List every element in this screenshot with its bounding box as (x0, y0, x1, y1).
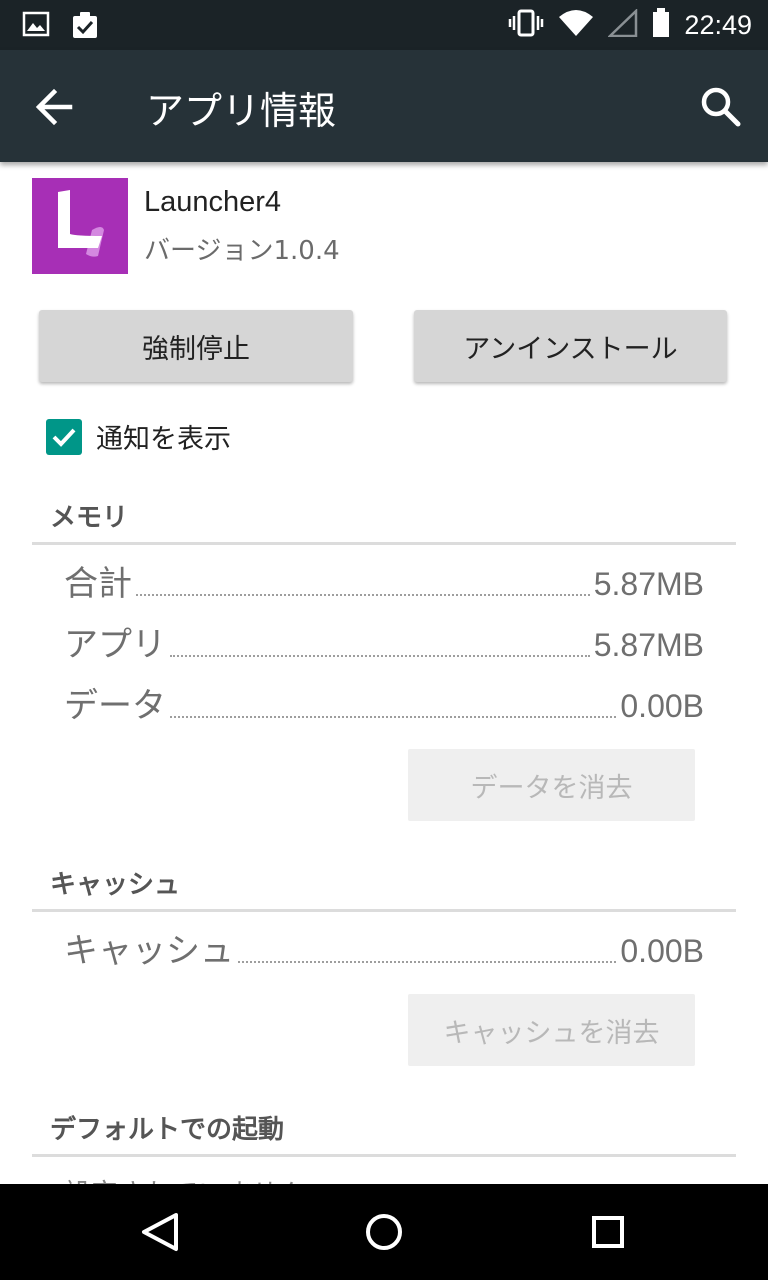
memory-section-title: メモリ (50, 503, 129, 533)
defaults-section-title: デフォルトでの起動 (50, 1115, 285, 1145)
memory-row-data: データ 0.00B (64, 686, 704, 726)
page-title: アプリ情報 (146, 89, 337, 133)
show-notifications-row[interactable]: 通知を表示 (46, 417, 231, 456)
cache-divider (32, 909, 736, 912)
memory-row-label: アプリ (64, 625, 166, 665)
image-notification-icon (22, 10, 50, 44)
memory-row-total: 合計 5.87MB (64, 564, 704, 604)
dotted-leader (136, 594, 590, 596)
wifi-icon (558, 9, 594, 41)
dotted-leader (170, 716, 617, 718)
status-bar: 22:49 (0, 0, 768, 50)
clipboard-check-icon (70, 10, 100, 44)
app-version: バージョン1.0.4 (144, 236, 340, 266)
memory-divider (32, 542, 736, 545)
signal-icon (607, 8, 638, 41)
navigation-bar (0, 1184, 768, 1280)
clear-cache-button[interactable]: キャッシュを消去 (408, 994, 695, 1066)
cache-row-label: キャッシュ (64, 931, 234, 971)
memory-row-value: 0.00B (620, 688, 704, 724)
memory-row-value: 5.87MB (593, 627, 704, 663)
app-name: Launcher4 (144, 186, 282, 218)
memory-row-app: アプリ 5.87MB (64, 625, 704, 665)
memory-row-label: データ (64, 686, 166, 726)
dotted-leader (238, 961, 617, 963)
recents-square-icon[interactable] (580, 1204, 636, 1260)
memory-row-label: 合計 (64, 564, 132, 604)
dotted-leader (170, 655, 590, 657)
cache-row: キャッシュ 0.00B (64, 931, 704, 971)
battery-icon (652, 8, 670, 42)
memory-row-value: 5.87MB (593, 566, 704, 602)
vibrate-icon (508, 9, 544, 41)
cache-section-title: キャッシュ (50, 870, 181, 900)
show-notifications-checkbox[interactable] (46, 418, 82, 455)
home-circle-icon[interactable] (356, 1204, 412, 1260)
force-stop-button[interactable]: 強制停止 (39, 310, 353, 382)
status-time: 22:49 (684, 9, 752, 40)
app-bar: アプリ情報 (0, 50, 768, 162)
defaults-divider (32, 1154, 736, 1157)
back-triangle-icon[interactable] (132, 1204, 188, 1260)
cache-row-value: 0.00B (620, 933, 704, 969)
launcher4-app-icon (32, 178, 128, 274)
clear-data-button[interactable]: データを消去 (408, 749, 695, 821)
show-notifications-label: 通知を表示 (96, 424, 231, 455)
back-arrow-icon[interactable] (30, 84, 82, 130)
search-icon[interactable] (696, 82, 746, 132)
uninstall-button[interactable]: アンインストール (414, 310, 727, 382)
